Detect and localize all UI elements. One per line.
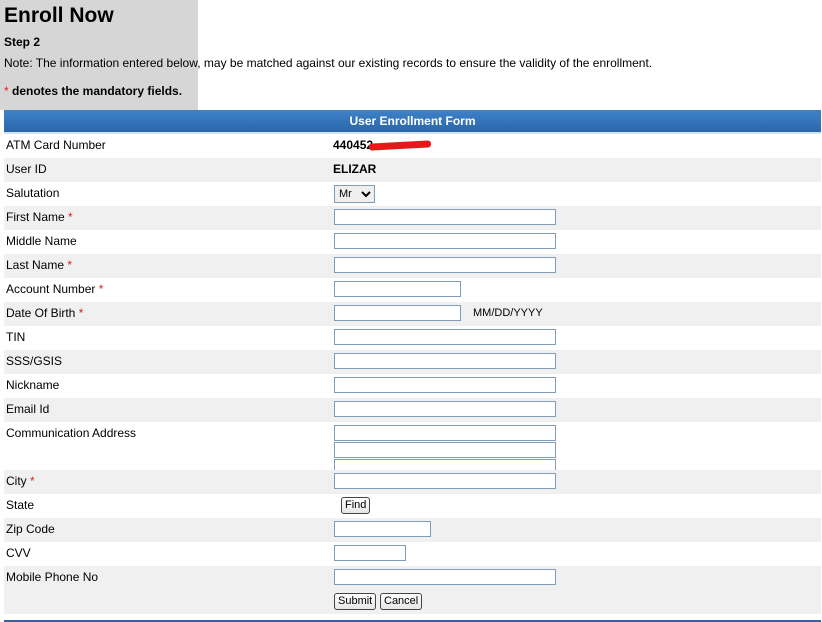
row-nickname: Nickname [4,374,821,398]
sss-gsis-input[interactable] [334,353,556,369]
row-last-name: Last Name * [4,254,821,278]
atm-card-label: ATM Card Number [6,138,106,152]
required-star: * [68,210,73,224]
sss-gsis-label: SSS/GSIS [6,354,63,368]
page-title: Enroll Now [4,4,114,27]
submit-button[interactable]: Submit [334,593,377,610]
first-name-input[interactable] [334,209,556,225]
row-tin: TIN [4,326,821,350]
zip-code-input[interactable] [334,521,431,537]
row-atm-card: ATM Card Number 440452 [4,134,821,158]
row-date-of-birth: Date Of Birth * MM/DD/YYYY [4,302,821,326]
tin-input[interactable] [334,329,556,345]
required-star: * [67,258,73,272]
enrollment-form: ATM Card Number 440452 User ID ELIZAR Sa… [4,134,821,614]
dob-label: Date Of Birth * [6,306,83,320]
last-name-label-text: Last Name [6,258,65,272]
last-name-input[interactable] [334,257,556,273]
mandatory-note: * denotes the mandatory fields. [4,84,182,98]
nickname-input[interactable] [334,377,556,393]
first-name-label-text: First Name [6,210,65,224]
row-account-number: Account Number * [4,278,821,302]
row-sss-gsis: SSS/GSIS [4,350,821,374]
redaction-mark [368,140,432,151]
zip-code-label: Zip Code [6,522,55,536]
email-input[interactable] [334,401,556,417]
account-number-label: Account Number * [6,282,103,296]
state-label: State [6,498,35,512]
row-state: State Find [4,494,821,518]
row-mobile-phone: Mobile Phone No [4,566,821,590]
city-label: City * [6,474,35,488]
last-name-label: Last Name * [6,258,72,272]
user-id-label: User ID [6,162,47,176]
city-input[interactable] [334,473,556,489]
atm-card-value: 440452 [333,138,432,152]
row-middle-name: Middle Name [4,230,821,254]
row-actions: Submit Cancel [4,590,821,614]
atm-card-number: 440452 [333,138,374,152]
form-header: User Enrollment Form [4,110,821,134]
tin-label: TIN [6,330,26,344]
dob-label-text: Date Of Birth [6,306,76,320]
dob-input[interactable] [334,305,461,321]
required-star: * [78,306,84,320]
note-text: Note: The information entered below, may… [4,56,653,70]
nickname-label: Nickname [6,378,60,392]
city-label-text: City [6,474,27,488]
row-cvv: CVV [4,542,821,566]
cvv-input[interactable] [334,545,406,561]
address-label: Communication Address [6,426,137,440]
dob-format-hint: MM/DD/YYYY [473,307,543,319]
middle-name-label: Middle Name [6,234,77,248]
user-id-value: ELIZAR [333,162,377,176]
mandatory-note-text: denotes the mandatory fields. [8,84,183,98]
mobile-phone-label: Mobile Phone No [6,570,99,584]
email-label: Email Id [6,402,50,416]
find-button[interactable]: Find [341,497,371,514]
cvv-label: CVV [6,546,31,560]
middle-name-input[interactable] [334,233,556,249]
address-line-2-input[interactable] [334,442,556,458]
step-label: Step 2 [4,35,41,49]
required-star: * [98,282,104,296]
row-zip-code: Zip Code [4,518,821,542]
required-star: * [30,474,35,488]
mobile-phone-input[interactable] [334,569,556,585]
row-user-id: User ID ELIZAR [4,158,821,182]
salutation-label: Salutation [6,186,60,200]
salutation-select[interactable]: Mr [334,185,375,203]
row-city: City * [4,470,821,494]
row-first-name: First Name * [4,206,821,230]
row-salutation: Salutation Mr [4,182,821,206]
account-number-input[interactable] [334,281,461,297]
cancel-button[interactable]: Cancel [380,593,423,610]
address-line-1-input[interactable] [334,425,556,441]
account-number-label-text: Account Number [6,282,96,296]
row-communication-address: Communication Address [4,422,821,475]
first-name-label: First Name * [6,210,73,224]
row-email: Email Id [4,398,821,422]
